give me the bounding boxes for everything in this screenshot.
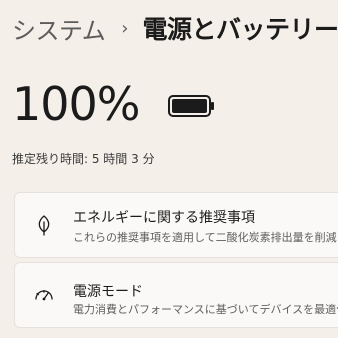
- card-title: 電源モード: [73, 284, 143, 300]
- battery-percentage: 100%: [12, 77, 141, 131]
- energy-recommendations-card[interactable]: エネルギーに関する推奨事項 これらの推奨事項を適用して二酸化炭素排出量を削減: [14, 192, 338, 258]
- battery-full-icon: [168, 95, 214, 117]
- card-title: エネルギーに関する推奨事項: [73, 210, 255, 226]
- breadcrumb: システム › 電源とバッテリー: [12, 8, 338, 48]
- page-title: 電源とバッテリー: [142, 15, 338, 44]
- power-mode-card[interactable]: 電源モード 電力消費とパフォーマンスに基づいてデバイスを最適化: [14, 262, 338, 328]
- leaf-icon: [38, 215, 50, 236]
- gauge-icon: [35, 289, 53, 301]
- breadcrumb-parent-system[interactable]: システム: [12, 11, 106, 46]
- card-subtitle: これらの推奨事項を適用して二酸化炭素排出量を削減: [73, 231, 337, 244]
- battery-time-remaining: 推定残り時間: 5 時間 3 分: [12, 152, 155, 166]
- card-subtitle: 電力消費とパフォーマンスに基づいてデバイスを最適化: [73, 303, 338, 316]
- breadcrumb-separator-icon: ›: [121, 17, 129, 39]
